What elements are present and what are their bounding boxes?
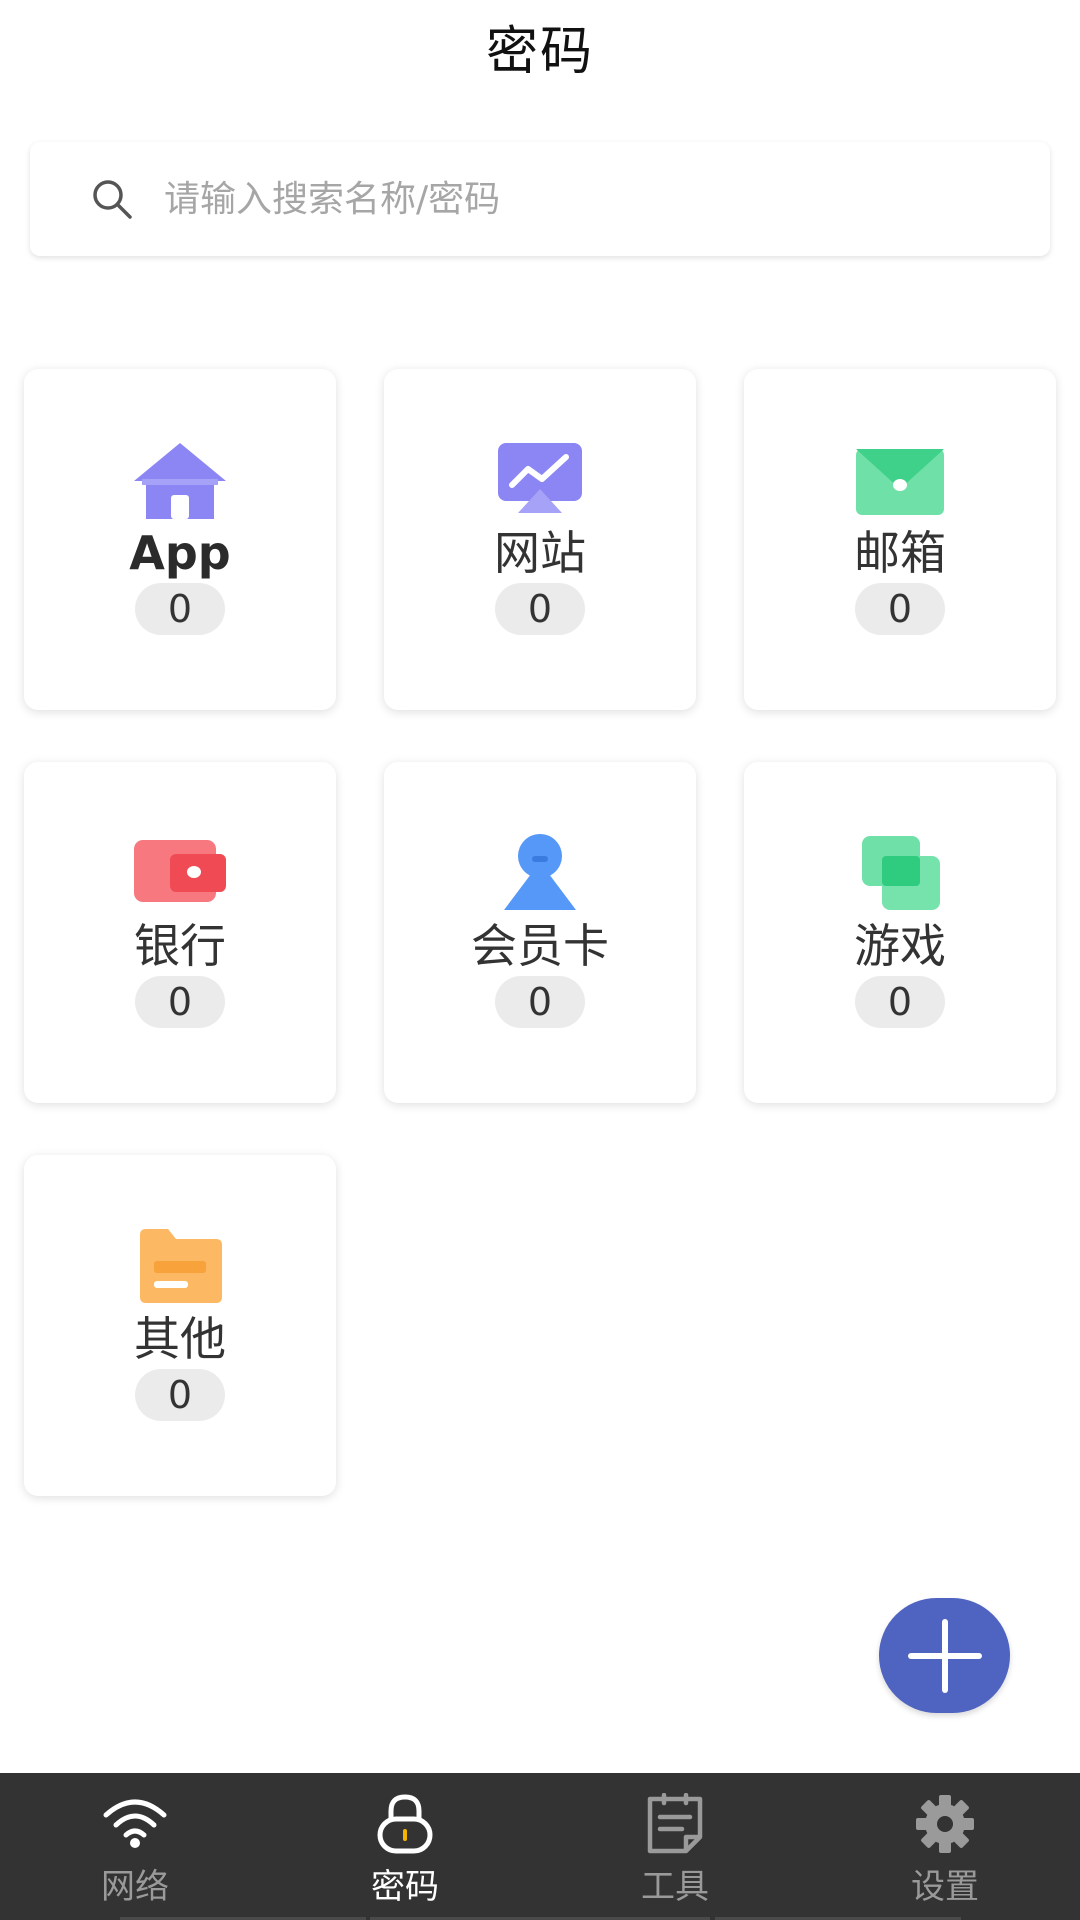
category-count-badge: 0 [495, 583, 585, 635]
nav-label: 设置 [911, 1867, 979, 1907]
nav-tab-settings[interactable]: 设置 [810, 1773, 1080, 1920]
category-count-badge: 0 [855, 583, 945, 635]
home-icon [132, 439, 228, 521]
category-label: 网站 [494, 526, 586, 580]
category-count-badge: 0 [135, 976, 225, 1028]
lock-icon [377, 1794, 433, 1854]
plus-icon [907, 1618, 982, 1693]
category-label: 会员卡 [471, 919, 609, 973]
category-card-app[interactable]: App 0 [24, 369, 336, 710]
folder-icon [132, 1225, 228, 1307]
category-count-badge: 0 [135, 1369, 225, 1421]
envelope-icon [852, 439, 948, 521]
category-label: 其他 [134, 1312, 226, 1366]
category-grid: App 0 网站 0 邮箱 0 银行 0 会员卡 0 游戏 0 其他 0 [24, 369, 1056, 1496]
category-card-membership[interactable]: 会员卡 0 [384, 762, 696, 1103]
wallet-icon [132, 832, 228, 914]
category-card-bank[interactable]: 银行 0 [24, 762, 336, 1103]
category-count-badge: 0 [135, 583, 225, 635]
nav-tab-network[interactable]: 网络 [0, 1773, 270, 1920]
member-icon [492, 832, 588, 914]
nav-label: 工具 [641, 1867, 709, 1907]
category-count-badge: 0 [855, 976, 945, 1028]
category-label: 银行 [134, 919, 226, 973]
notepad-icon [647, 1793, 703, 1854]
search-icon [93, 180, 132, 219]
nav-tab-tools[interactable]: 工具 [540, 1773, 810, 1920]
bottom-navigation: 网络 密码 工具 设置 [0, 1773, 1080, 1920]
search-bar[interactable] [30, 142, 1050, 256]
category-label: 游戏 [854, 919, 946, 973]
game-cards-icon [852, 832, 948, 914]
search-input[interactable] [164, 164, 964, 234]
category-label: App [129, 526, 231, 580]
page-title: 密码 [485, 21, 594, 82]
category-card-other[interactable]: 其他 0 [24, 1155, 336, 1496]
nav-label: 密码 [371, 1867, 439, 1907]
nav-tab-password[interactable]: 密码 [270, 1773, 540, 1920]
category-label: 邮箱 [854, 526, 946, 580]
nav-label: 网络 [101, 1867, 169, 1907]
wifi-icon [103, 1799, 167, 1848]
category-card-website[interactable]: 网站 0 [384, 369, 696, 710]
monitor-chart-icon [492, 439, 588, 521]
category-card-email[interactable]: 邮箱 0 [744, 369, 1056, 710]
category-count-badge: 0 [495, 976, 585, 1028]
password-screen: 密码 App 0 [0, 0, 1080, 1920]
add-button[interactable] [879, 1598, 1010, 1713]
gear-icon [916, 1795, 974, 1853]
category-card-game[interactable]: 游戏 0 [744, 762, 1056, 1103]
